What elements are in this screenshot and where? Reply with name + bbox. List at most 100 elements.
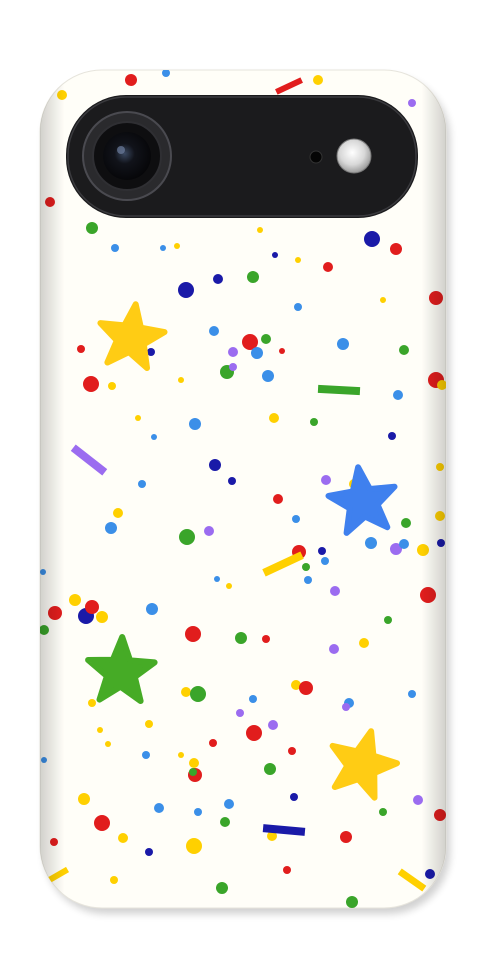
confetti-dot — [94, 815, 110, 831]
confetti-dot — [88, 699, 96, 707]
confetti-dot — [78, 793, 90, 805]
confetti-dot — [178, 282, 194, 298]
confetti-dot — [429, 291, 443, 305]
confetti-dot — [262, 370, 274, 382]
confetti-dot — [178, 377, 184, 383]
confetti-dot — [436, 463, 444, 471]
confetti-dot — [189, 768, 197, 776]
confetti-dot — [399, 539, 409, 549]
confetti-dot — [96, 611, 108, 623]
confetti-dot — [264, 763, 276, 775]
confetti-dot — [160, 245, 166, 251]
confetti-dot — [83, 376, 99, 392]
confetti-dot — [110, 876, 118, 884]
confetti-dot — [292, 515, 300, 523]
confetti-dot — [364, 231, 380, 247]
confetti-dot — [41, 757, 47, 763]
confetti-dot — [179, 529, 195, 545]
confetti-dot — [420, 587, 436, 603]
confetti-dot — [214, 576, 220, 582]
confetti-dot — [408, 690, 416, 698]
confetti-dot — [273, 494, 283, 504]
confetti-dot — [417, 544, 429, 556]
confetti-dot — [145, 720, 153, 728]
confetti-dot — [209, 326, 219, 336]
confetti-dot — [162, 70, 170, 77]
confetti-dot — [216, 882, 228, 894]
confetti-dot — [393, 390, 403, 400]
confetti-dot — [379, 808, 387, 816]
confetti-dot — [257, 227, 263, 233]
confetti-dot — [340, 831, 352, 843]
confetti-dot — [189, 418, 201, 430]
confetti-dot — [401, 518, 411, 528]
confetti-dot — [318, 547, 326, 555]
confetti-dot — [85, 600, 99, 614]
confetti-dot — [294, 303, 302, 311]
confetti-dot — [181, 687, 191, 697]
confetti-dot — [269, 413, 279, 423]
confetti-dot — [226, 583, 232, 589]
confetti-dot — [249, 695, 257, 703]
confetti-dot — [213, 274, 223, 284]
confetti-dot — [228, 347, 238, 357]
confetti-dot — [380, 297, 386, 303]
confetti-dot — [413, 795, 423, 805]
confetti-dot — [45, 197, 55, 207]
confetti-dot — [437, 380, 446, 390]
confetti-dot — [69, 594, 81, 606]
confetti-dot — [359, 638, 369, 648]
confetti-dot — [329, 644, 339, 654]
confetti-dot — [151, 434, 157, 440]
confetti-dot — [399, 345, 409, 355]
confetti-dot — [272, 252, 278, 258]
confetti-dot — [224, 799, 234, 809]
confetti-dot — [304, 576, 312, 584]
confetti-dot — [310, 418, 318, 426]
confetti-dot — [228, 477, 236, 485]
confetti-dot — [321, 475, 331, 485]
microphone-icon — [309, 150, 323, 164]
confetti-dot — [390, 243, 402, 255]
confetti-dot — [86, 222, 98, 234]
confetti-dot — [209, 739, 217, 747]
confetti-dot — [279, 348, 285, 354]
confetti-dot — [434, 809, 446, 821]
confetti-dot — [235, 632, 247, 644]
confetti-dot — [337, 338, 349, 350]
confetti-dot — [247, 271, 259, 283]
confetti-dot — [142, 751, 150, 759]
confetti-dot — [321, 557, 329, 565]
confetti-dot — [313, 75, 323, 85]
confetti-dot — [229, 363, 237, 371]
confetti-dot — [111, 244, 119, 252]
confetti-dot — [189, 758, 199, 768]
confetti-dot — [384, 616, 392, 624]
confetti-dot — [295, 257, 301, 263]
confetti-dot — [174, 243, 180, 249]
confetti-dot — [283, 866, 291, 874]
confetti-dot — [209, 459, 221, 471]
confetti-dot — [194, 808, 202, 816]
confetti-dot — [425, 869, 435, 879]
confetti-dot — [40, 569, 46, 575]
confetti-dot — [50, 838, 58, 846]
confetti-dot — [185, 626, 201, 642]
confetti-dot — [251, 347, 263, 359]
confetti-dot — [388, 432, 396, 440]
confetti-dot — [323, 262, 333, 272]
confetti-dot — [437, 539, 445, 547]
confetti-dot — [268, 720, 278, 730]
confetti-dot — [145, 848, 153, 856]
confetti-dot — [220, 817, 230, 827]
confetti-dot — [105, 522, 117, 534]
confetti-dot — [190, 686, 206, 702]
confetti-dot — [105, 741, 111, 747]
confetti-dot — [125, 74, 137, 86]
confetti-dot — [435, 511, 445, 521]
confetti-dot — [262, 635, 270, 643]
confetti-dot — [186, 838, 202, 854]
confetti-dot — [290, 793, 298, 801]
confetti-dot — [204, 526, 214, 536]
confetti-dot — [346, 896, 358, 908]
